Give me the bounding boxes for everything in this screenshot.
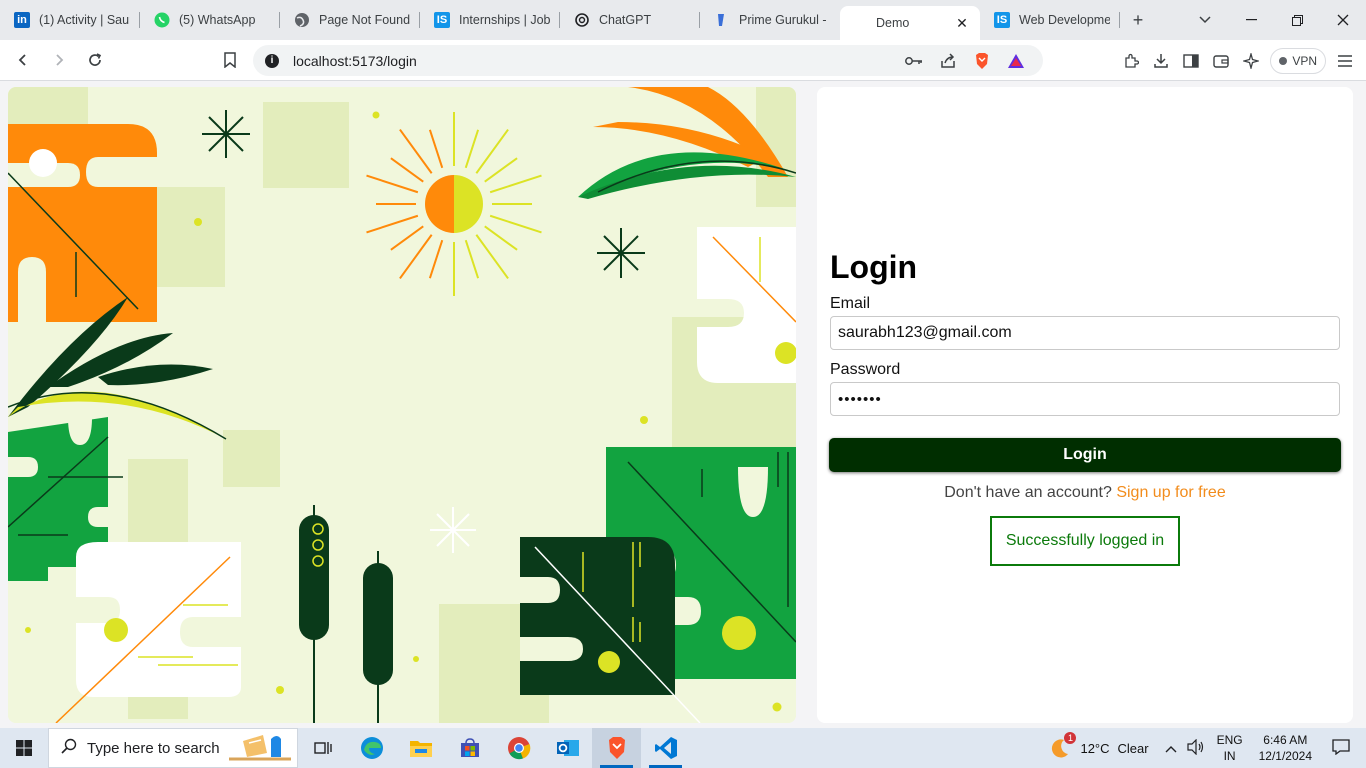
search-placeholder: Type here to search [87,739,220,757]
login-button[interactable]: Login [829,438,1341,472]
weather-moon-icon: 1 [1048,731,1077,761]
password-label: Password [830,361,901,378]
new-tab-button[interactable]: + [1120,0,1156,40]
globe-icon [294,12,310,28]
success-message: Successfully logged in [990,516,1180,566]
edge-icon[interactable] [347,728,396,768]
primegurukul-icon [714,12,730,28]
weather-badge: 1 [1064,731,1077,744]
minimize-button[interactable] [1228,0,1274,40]
search-highlight-icon [229,731,291,765]
browser-toolbar: i localhost:5173/login VPN [0,40,1366,81]
login-title: Login [830,249,918,285]
email-label: Email [830,295,871,312]
lang-line2: IN [1223,749,1236,763]
volume-icon[interactable] [1186,738,1205,758]
tab-search-chevron-icon[interactable] [1182,0,1228,40]
brave-browser-icon[interactable] [592,728,641,768]
share-icon[interactable] [931,49,965,73]
sidebar-icon[interactable] [1176,46,1206,76]
url-text[interactable]: localhost:5173/login [293,53,897,69]
tab-chatgpt[interactable]: ChatGPT [560,0,700,40]
tab-whatsapp[interactable]: (5) WhatsApp [140,0,280,40]
weather-widget[interactable]: 1 12°C Clear [1048,731,1149,761]
tab-title: Page Not Found [319,13,410,27]
search-icon [61,738,77,758]
windows-taskbar: Type here to search 1 12°C Clear ENG IN … [0,728,1366,768]
windows-start-icon[interactable] [0,728,48,768]
downloads-icon[interactable] [1146,46,1176,76]
linkedin-icon: in [14,12,30,28]
leo-ai-icon[interactable] [1236,46,1266,76]
brave-rewards-icon[interactable] [999,49,1033,73]
signup-prompt: Don't have an account? Sign up for free [817,484,1353,502]
lang-line1: ENG [1216,733,1243,747]
tab-prime-gurukul[interactable]: Prime Gurukul - L [700,0,840,40]
close-window-button[interactable] [1320,0,1366,40]
vpn-button[interactable]: VPN [1270,47,1326,74]
clock[interactable]: 6:46 AM 12/1/2024 [1259,732,1312,764]
tab-title: Web Development [1019,13,1110,27]
email-field[interactable]: saurabh123@gmail.com [830,316,1340,350]
show-hidden-icons-chevron-icon[interactable] [1165,741,1177,756]
internshala-icon: IS [434,12,450,28]
signup-prompt-text: Don't have an account? [944,484,1112,501]
signup-link[interactable]: Sign up for free [1116,484,1225,501]
key-icon[interactable] [897,49,931,73]
brave-shield-icon[interactable] [965,49,999,73]
restore-button[interactable] [1274,0,1320,40]
tab-title: ChatGPT [599,13,652,27]
tab-title: Prime Gurukul - L [739,13,830,27]
decorative-illustration [8,87,796,723]
browser-tab-strip: in (1) Activity | Saurabh (5) WhatsApp P… [0,0,1366,40]
chrome-icon[interactable] [494,728,543,768]
login-card: Login Email saurabh123@gmail.com Passwor… [817,87,1353,723]
address-bar[interactable]: i localhost:5173/login [253,45,1043,76]
reload-icon[interactable] [80,45,110,75]
site-info-icon[interactable]: i [265,53,279,68]
task-view-icon[interactable] [298,728,347,768]
tab-demo[interactable]: Demo ✕ [840,6,980,40]
password-field[interactable]: ••••••• [830,382,1340,416]
clock-time: 6:46 AM [1263,733,1308,747]
whatsapp-icon [154,12,170,28]
tab-title: Demo [876,16,910,30]
vscode-icon[interactable] [641,728,690,768]
language-indicator[interactable]: ENG IN [1217,732,1243,764]
chatgpt-icon [574,12,590,28]
system-tray: 1 12°C Clear ENG IN 6:46 AM 12/1/2024 [1048,728,1366,768]
taskbar-search-box[interactable]: Type here to search [48,728,298,768]
vpn-status-icon [1279,56,1288,65]
internshala-icon: IS [994,12,1010,28]
bookmark-icon[interactable] [219,49,241,71]
extensions-icon[interactable] [1116,46,1146,76]
tab-web-development[interactable]: IS Web Development [980,0,1120,40]
microsoft-store-icon[interactable] [445,728,494,768]
weather-temp: 12°C [1080,740,1110,756]
wallet-icon[interactable] [1206,46,1236,76]
close-tab-icon[interactable]: ✕ [954,15,970,32]
tab-linkedin[interactable]: in (1) Activity | Saurabh [0,0,140,40]
menu-icon[interactable] [1330,46,1360,76]
clock-date: 12/1/2024 [1258,749,1312,763]
forward-icon[interactable] [44,45,74,75]
tab-title: (1) Activity | Saurabh [39,13,130,27]
weather-desc: Clear [1117,740,1149,756]
tab-internships[interactable]: IS Internships | Jobs [420,0,560,40]
tab-page-not-found[interactable]: Page Not Found [280,0,420,40]
notifications-icon[interactable] [1332,738,1350,758]
file-explorer-icon[interactable] [396,728,445,768]
tab-title: (5) WhatsApp [179,13,256,27]
outlook-icon[interactable] [543,728,592,768]
back-icon[interactable] [8,45,38,75]
page-content: Login Email saurabh123@gmail.com Passwor… [0,81,1366,728]
vpn-label: VPN [1292,53,1317,68]
tab-title: Internships | Jobs [459,13,550,27]
